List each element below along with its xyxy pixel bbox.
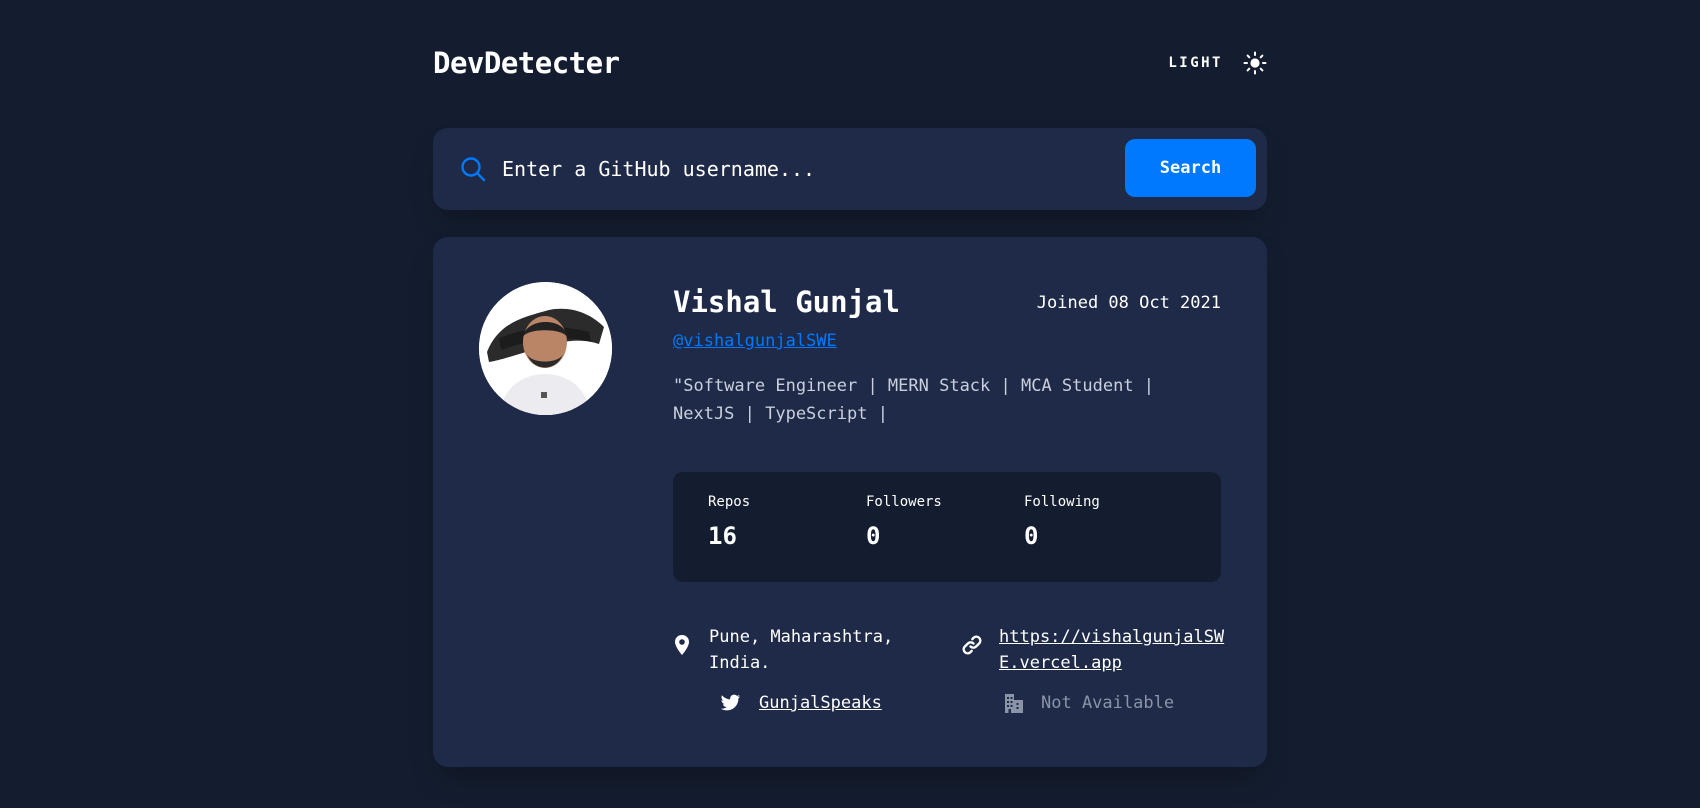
search-bar: Search (433, 128, 1267, 210)
profile-bio: "Software Engineer | MERN Stack | MCA St… (673, 376, 1155, 424)
twitter-icon (720, 694, 740, 711)
profile-name: Vishal Gunjal (673, 285, 900, 319)
stat-repos: Repos 16 (708, 494, 858, 550)
stat-value: 16 (708, 522, 737, 550)
twitter-link[interactable]: GunjalSpeaks (759, 690, 882, 716)
stat-value: 0 (1024, 522, 1039, 550)
profile-login-link[interactable]: @vishalgunjalSWE (673, 331, 837, 351)
search-button[interactable]: Search (1125, 139, 1256, 197)
stat-followers: Followers 0 (866, 494, 1016, 550)
website-link[interactable]: https://vishalgunjalSWE.vercel.app (999, 624, 1225, 676)
joined-date: Joined 08 Oct 2021 (1036, 293, 1221, 313)
stat-label: Repos (708, 494, 751, 510)
location-pin-icon (675, 635, 689, 655)
stat-label: Followers (866, 494, 942, 510)
app-logo: DevDetecter (433, 46, 620, 80)
link-icon (962, 635, 982, 655)
theme-toggle-label: LIGHT (1168, 55, 1223, 71)
header: DevDetecter LIGHT (433, 42, 1267, 88)
stat-label: Following (1024, 494, 1100, 510)
theme-toggle-button[interactable]: LIGHT (1168, 48, 1267, 78)
avatar (479, 282, 612, 415)
profile-card: Vishal Gunjal Joined 08 Oct 2021 @vishal… (433, 237, 1267, 767)
avatar-photo (479, 282, 612, 415)
search-icon (461, 157, 486, 182)
company-text: Not Available (1041, 693, 1175, 713)
sun-icon (1243, 51, 1267, 75)
location-text: Pune, Maharashtra, India. (709, 627, 894, 673)
building-icon (1005, 694, 1023, 713)
stat-following: Following 0 (1024, 494, 1174, 550)
search-input[interactable] (502, 150, 1022, 188)
stat-value: 0 (866, 522, 881, 550)
stats-panel: Repos 16 Followers 0 Following 0 (673, 472, 1221, 582)
